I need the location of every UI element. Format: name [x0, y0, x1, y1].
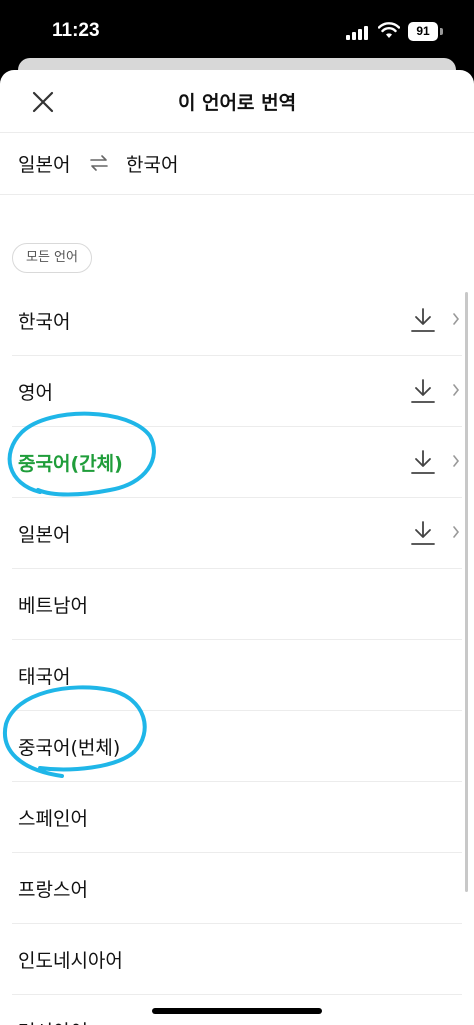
download-icon[interactable] — [410, 377, 436, 405]
language-row[interactable]: 베트남어 — [12, 569, 462, 640]
language-label: 인도네시아어 — [18, 950, 123, 972]
page-title: 이 언어로 번역 — [177, 92, 297, 114]
battery-tip — [440, 28, 443, 35]
sheet-header: 이 언어로 번역 — [0, 70, 474, 133]
language-row[interactable]: 스페인어 — [12, 782, 462, 853]
language-label: 일본어 — [18, 524, 71, 546]
language-label: 한국어 — [18, 311, 71, 333]
language-label: 중국어(번체) — [18, 737, 121, 759]
language-label: 태국어 — [18, 666, 71, 688]
cellular-signal-icon — [346, 24, 372, 40]
target-language-button[interactable]: 한국어 — [126, 150, 178, 177]
source-language-button[interactable]: 일본어 — [18, 150, 70, 177]
wifi-icon — [378, 22, 400, 38]
scrollbar[interactable] — [465, 292, 468, 892]
language-row[interactable]: 중국어(간체) — [12, 427, 462, 498]
language-row[interactable]: 태국어 — [12, 640, 462, 711]
status-bar: 11:23 91 — [0, 0, 474, 62]
status-time: 11:23 — [52, 20, 100, 41]
download-icon[interactable] — [410, 306, 436, 334]
language-row[interactable]: 인도네시아어 — [12, 924, 462, 995]
language-label: 스페인어 — [18, 808, 88, 830]
download-icon[interactable] — [410, 519, 436, 547]
chevron-right-icon — [453, 526, 460, 538]
language-label: 러시아어 — [18, 1017, 88, 1025]
chevron-right-icon — [453, 455, 460, 467]
language-label: 프랑스어 — [18, 879, 88, 901]
download-icon[interactable] — [410, 448, 436, 476]
language-row[interactable]: 한국어 — [12, 285, 462, 356]
chevron-right-icon — [453, 313, 460, 325]
translate-language-sheet: 이 언어로 번역 일본어 한국어 모든 언어 한국어영어중국어(간체) 일본어베트… — [0, 70, 474, 1025]
all-languages-chip[interactable]: 모든 언어 — [12, 243, 92, 273]
language-row[interactable]: 프랑스어 — [12, 853, 462, 924]
language-pair-bar: 일본어 한국어 — [0, 132, 474, 195]
language-row[interactable]: 일본어 — [12, 498, 462, 569]
battery-indicator: 91 — [408, 22, 438, 41]
chevron-right-icon — [453, 384, 460, 396]
home-indicator — [152, 1008, 322, 1014]
language-list: 한국어영어중국어(간체) 일본어베트남어태국어중국어(번체) 스페인어프랑스어인도네… — [0, 285, 474, 1025]
language-row[interactable]: 중국어(번체) — [12, 711, 462, 782]
language-label: 중국어(간체) — [18, 453, 123, 475]
swap-arrows-icon[interactable] — [88, 152, 110, 174]
language-label: 영어 — [18, 382, 53, 404]
language-label: 베트남어 — [18, 595, 88, 617]
language-row[interactable]: 영어 — [12, 356, 462, 427]
